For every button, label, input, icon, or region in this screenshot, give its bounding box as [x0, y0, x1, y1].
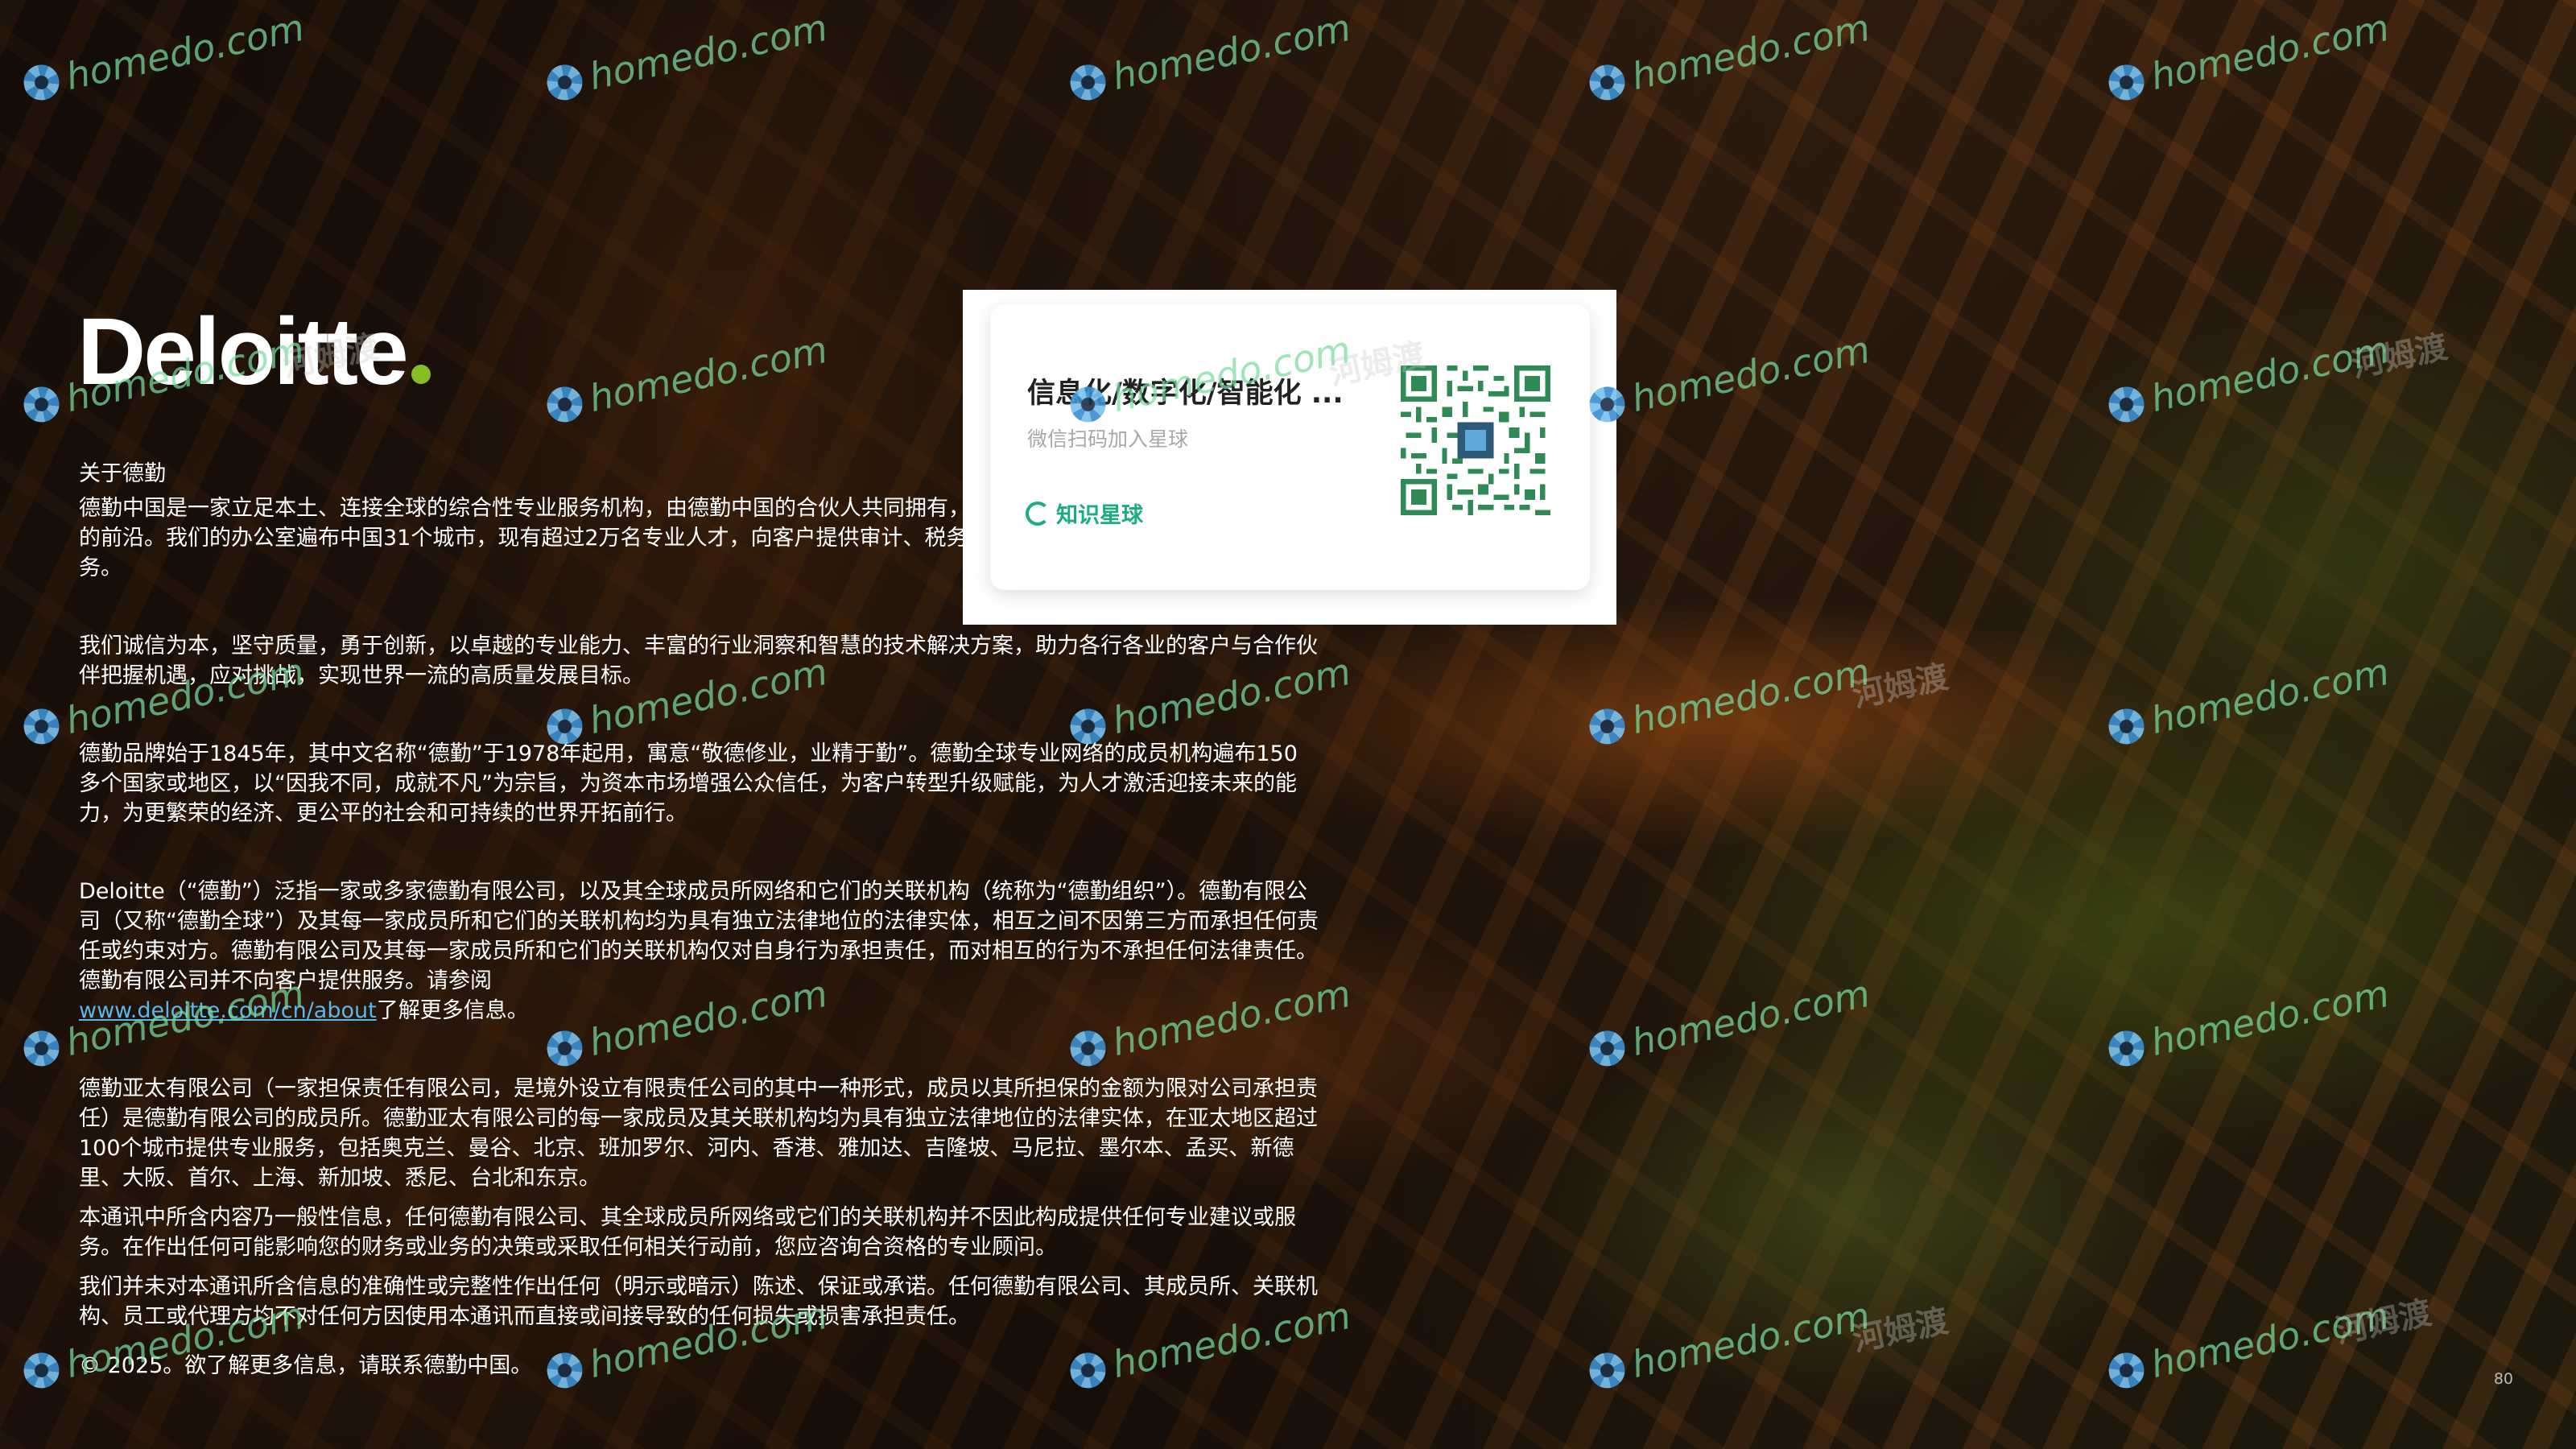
- logo-text: Deloitte: [77, 299, 409, 405]
- about-paragraph-3: 德勤品牌始于1845年，其中文名称“德勤”于1978年起用，寓意“敬德修业，业精…: [79, 741, 1298, 826]
- disclaimer-paragraph-2: 我们并未对本通讯所含信息的准确性或完整性作出任何（明示或暗示）陈述、保证或承诺。…: [79, 1274, 1318, 1329]
- qr-code-icon[interactable]: [1401, 365, 1550, 515]
- disclaimer-paragraph-1: 本通讯中所含内容乃一般性信息，任何德勤有限公司、其全球成员所网络或它们的关联机构…: [79, 1205, 1296, 1260]
- knowledge-planet-brand: 知识星球: [1026, 497, 1143, 529]
- link-suffix: 了解更多信息。: [376, 998, 529, 1023]
- qr-promo-card[interactable]: 信息化/数字化/智能化 ... 微信扫码加入星球 知识星球: [963, 290, 1616, 625]
- card-subtitle: 微信扫码加入星球: [1027, 427, 1189, 451]
- page-number: 80: [2493, 1370, 2513, 1388]
- brand-label: 知识星球: [1056, 503, 1143, 528]
- qr-promo-card-body: 信息化/数字化/智能化 ... 微信扫码加入星球 知识星球: [990, 304, 1590, 590]
- legal-text: Deloitte（“德勤”）泛指一家或多家德勤有限公司，以及其全球成员所网络和它…: [79, 879, 1319, 993]
- asia-pacific-paragraph: 德勤亚太有限公司（一家担保责任有限公司，是境外设立有限责任公司的其中一种形式，成…: [79, 1076, 1318, 1191]
- card-title: 信息化/数字化/智能化 ...: [1027, 378, 1344, 410]
- knowledge-planet-icon: [1026, 501, 1050, 526]
- deloitte-about-link[interactable]: www.deloitte.com/cn/about: [79, 998, 377, 1023]
- copyright-notice: © 2025。欲了解更多信息，请联系德勤中国。: [79, 1353, 533, 1378]
- legal-paragraph: Deloitte（“德勤”）泛指一家或多家德勤有限公司，以及其全球成员所网络和它…: [79, 877, 1319, 1026]
- deloitte-logo: Deloitte: [77, 304, 431, 399]
- about-paragraph-2: 我们诚信为本，坚守质量，勇于创新，以卓越的专业能力、丰富的行业洞察和智慧的技术解…: [79, 634, 1318, 688]
- logo-green-dot: [411, 365, 431, 384]
